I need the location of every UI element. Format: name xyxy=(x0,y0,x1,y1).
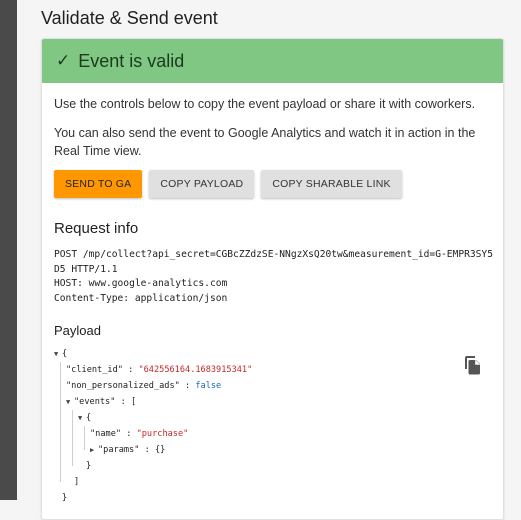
section-title: Validate & Send event xyxy=(41,8,218,28)
json-root-close: } xyxy=(62,493,68,503)
action-buttons: SEND TO GA COPY PAYLOAD COPY SHARABLE LI… xyxy=(54,170,402,198)
check-icon: ✓ xyxy=(56,51,71,70)
json-event-params: ▶ "params" : {} xyxy=(54,442,454,458)
json-non-personalized-ads: "non_personalized_ads" : false xyxy=(66,381,222,391)
payload-json-tree: ▼{ "client_id" : "642556164.1683915341" … xyxy=(54,346,454,506)
request-line: POST /mp/collect?api_secret=CGBcZZdzSE-N… xyxy=(54,249,493,275)
send-to-ga-button[interactable]: SEND TO GA xyxy=(54,170,143,198)
request-info-body: POST /mp/collect?api_secret=CGBcZZdzSE-N… xyxy=(54,248,494,306)
valid-banner: ✓ Event is valid xyxy=(42,39,503,83)
copy-payload-button[interactable]: COPY PAYLOAD xyxy=(149,170,255,198)
json-events: ▼ "events" : [ xyxy=(54,394,454,410)
collapse-root-icon[interactable]: ▼ xyxy=(54,346,62,362)
json-event-name: "name" : "purchase" xyxy=(90,429,189,439)
copy-icon[interactable] xyxy=(464,355,482,375)
collapse-event-icon[interactable]: ▼ xyxy=(78,410,86,426)
collapse-events-icon[interactable]: ▼ xyxy=(66,394,74,410)
intro-paragraph: Use the controls below to copy the event… xyxy=(54,97,476,111)
request-content-type: Content-Type: application/json xyxy=(54,292,228,304)
valid-banner-text: Event is valid xyxy=(78,50,185,71)
payload-title: Payload xyxy=(54,323,101,338)
json-root-open: ▼{ xyxy=(54,346,454,362)
copy-sharable-link-button[interactable]: COPY SHARABLE LINK xyxy=(261,170,402,198)
left-gutter xyxy=(0,0,17,500)
validation-card: ✓ Event is valid Use the controls below … xyxy=(41,38,504,520)
json-event-close: } xyxy=(86,461,92,471)
request-info-title: Request info xyxy=(54,220,139,237)
json-events-close: ] xyxy=(74,477,80,487)
json-event-open: ▼{ xyxy=(54,410,454,426)
request-host: HOST: www.google-analytics.com xyxy=(54,278,228,289)
send-paragraph: You can also send the event to Google An… xyxy=(54,126,476,158)
expand-params-icon[interactable]: ▶ xyxy=(90,442,98,458)
json-client-id: "client_id" : "642556164.1683915341" xyxy=(66,365,253,375)
